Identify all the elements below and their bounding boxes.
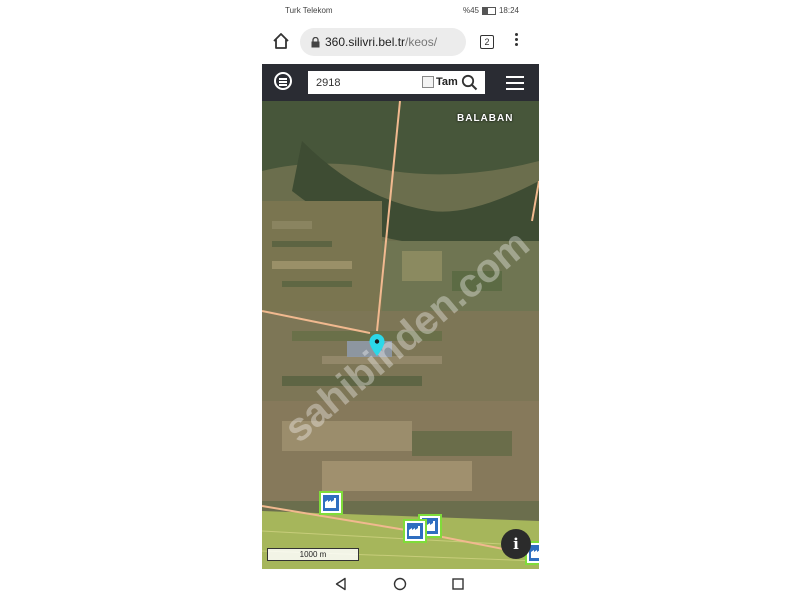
search-icon[interactable] xyxy=(461,74,478,91)
android-nav-bar xyxy=(262,569,539,600)
battery-icon xyxy=(481,6,496,15)
carrier-name: Turk Telekom xyxy=(285,6,333,15)
map-toolbar: Tam xyxy=(262,64,539,101)
satellite-map[interactable]: BALABAN sahibinden.com i 1000 m xyxy=(262,101,539,569)
location-pin-icon[interactable] xyxy=(369,334,385,356)
url-path: /keos/ xyxy=(405,35,438,49)
info-button[interactable]: i xyxy=(501,529,531,559)
nav-home-icon[interactable] xyxy=(393,577,407,591)
overflow-menu-icon[interactable] xyxy=(515,33,519,49)
parcel-search-input[interactable] xyxy=(308,71,434,94)
parcel-search-box: Tam xyxy=(308,71,485,94)
layers-icon[interactable] xyxy=(274,72,292,90)
phone-screen: Turk Telekom %45 18:24 360.silivri.bel.t… xyxy=(262,0,539,600)
lock-icon xyxy=(311,36,320,47)
address-bar[interactable]: 360.silivri.bel.tr/keos/ xyxy=(300,28,466,56)
clock: 18:24 xyxy=(498,6,519,15)
hamburger-icon[interactable] xyxy=(506,76,524,90)
factory-icon[interactable] xyxy=(319,491,343,515)
tabs-icon[interactable]: 2 xyxy=(480,35,494,49)
place-label: BALABAN xyxy=(457,113,514,124)
full-match-checkbox[interactable] xyxy=(422,76,434,88)
scale-bar: 1000 m xyxy=(267,548,359,561)
status-bar: Turk Telekom %45 18:24 xyxy=(262,0,539,22)
tab-count: 2 xyxy=(484,37,490,47)
status-right: %45 18:24 xyxy=(463,6,519,15)
battery-percent: %45 xyxy=(462,6,479,15)
home-icon[interactable] xyxy=(271,31,291,51)
url-host: 360.silivri.bel.tr xyxy=(325,35,406,49)
full-match-label: Tam xyxy=(436,76,458,88)
back-icon[interactable] xyxy=(334,577,348,591)
factory-icon[interactable] xyxy=(403,519,427,543)
browser-toolbar: 360.silivri.bel.tr/keos/ 2 xyxy=(262,22,539,64)
recent-apps-icon[interactable] xyxy=(452,578,464,590)
